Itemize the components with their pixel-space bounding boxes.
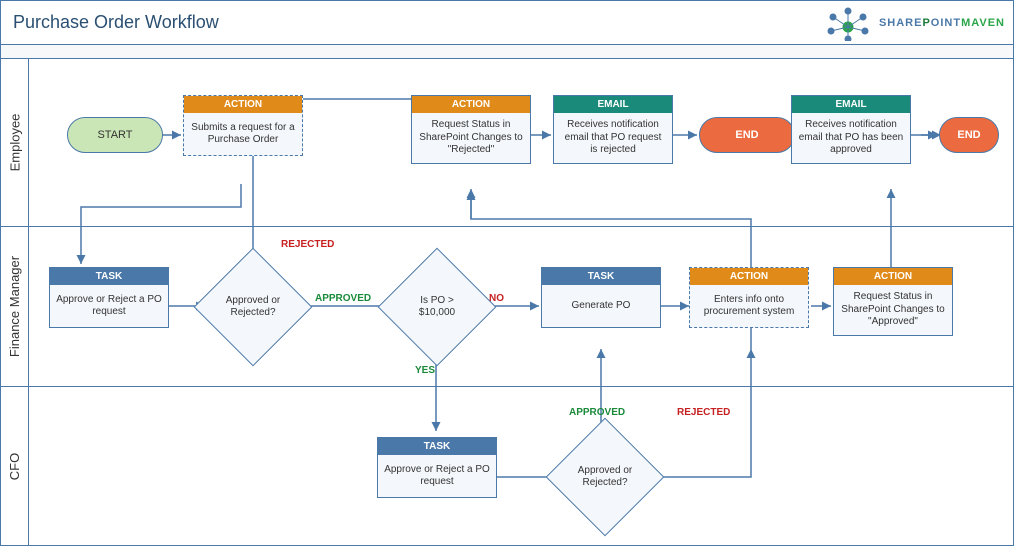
box-header-task: TASK bbox=[542, 268, 660, 285]
decision-approved-rejected: Approved or Rejected? bbox=[211, 265, 295, 349]
box-header-action: ACTION bbox=[412, 96, 530, 113]
end-node-approved: END bbox=[939, 117, 999, 153]
task-approve-reject: TASK Approve or Reject a PO request bbox=[49, 267, 169, 328]
box-header-email: EMAIL bbox=[792, 96, 910, 113]
logo-icon bbox=[821, 5, 875, 41]
action-submit-po: ACTION Submits a request for a Purchase … bbox=[183, 95, 303, 156]
label-rejected-cfo: REJECTED bbox=[677, 407, 730, 418]
page-title: Purchase Order Workflow bbox=[13, 12, 219, 33]
task-generate-po: TASK Generate PO bbox=[541, 267, 661, 328]
label-approved-cfo: APPROVED bbox=[569, 407, 625, 418]
decision-po-threshold: Is PO > $10,000 bbox=[395, 265, 479, 349]
action-status-rejected: ACTION Request Status in SharePoint Chan… bbox=[411, 95, 531, 164]
separator-bar bbox=[1, 45, 1013, 59]
end-node-rejected: END bbox=[699, 117, 795, 153]
swimlanes: Employee START ACTION Submits a request … bbox=[1, 59, 1013, 546]
lane-label-employee: Employee bbox=[1, 59, 29, 226]
lane-label-cfo: CFO bbox=[1, 387, 29, 545]
task-cfo-approve-reject: TASK Approve or Reject a PO request bbox=[377, 437, 497, 498]
action-status-approved: ACTION Request Status in SharePoint Chan… bbox=[833, 267, 953, 336]
lane-employee: Employee START ACTION Submits a request … bbox=[1, 59, 1013, 227]
logo: SHAREPOINTMAVEN bbox=[821, 5, 1005, 41]
email-approved: EMAIL Receives notification email that P… bbox=[791, 95, 911, 164]
header: Purchase Order Workflow SHAREPOINTMAVEN bbox=[1, 1, 1013, 45]
email-rejected: EMAIL Receives notification email that P… bbox=[553, 95, 673, 164]
box-header-task: TASK bbox=[50, 268, 168, 285]
lane-finance-manager: Finance Manager TASK Approve or Reject a… bbox=[1, 227, 1013, 387]
label-rejected: REJECTED bbox=[281, 239, 334, 250]
box-header-email: EMAIL bbox=[554, 96, 672, 113]
action-enter-procurement: ACTION Enters info onto procurement syst… bbox=[689, 267, 809, 328]
box-header-action: ACTION bbox=[690, 268, 808, 285]
label-yes: YES bbox=[415, 365, 435, 376]
decision-cfo-approved-rejected: Approved or Rejected? bbox=[563, 435, 647, 519]
label-no: NO bbox=[489, 293, 504, 304]
box-header-action: ACTION bbox=[834, 268, 952, 285]
lane-cfo: CFO TASK Approve or Reject a PO request … bbox=[1, 387, 1013, 545]
box-header-action: ACTION bbox=[184, 96, 302, 113]
start-node: START bbox=[67, 117, 163, 153]
lane-label-finance: Finance Manager bbox=[1, 227, 29, 386]
logo-text: SHAREPOINTMAVEN bbox=[879, 17, 1005, 29]
label-approved: APPROVED bbox=[315, 293, 371, 304]
workflow-diagram: Purchase Order Workflow SHAREPOINTMAVEN bbox=[0, 0, 1014, 546]
box-header-task: TASK bbox=[378, 438, 496, 455]
